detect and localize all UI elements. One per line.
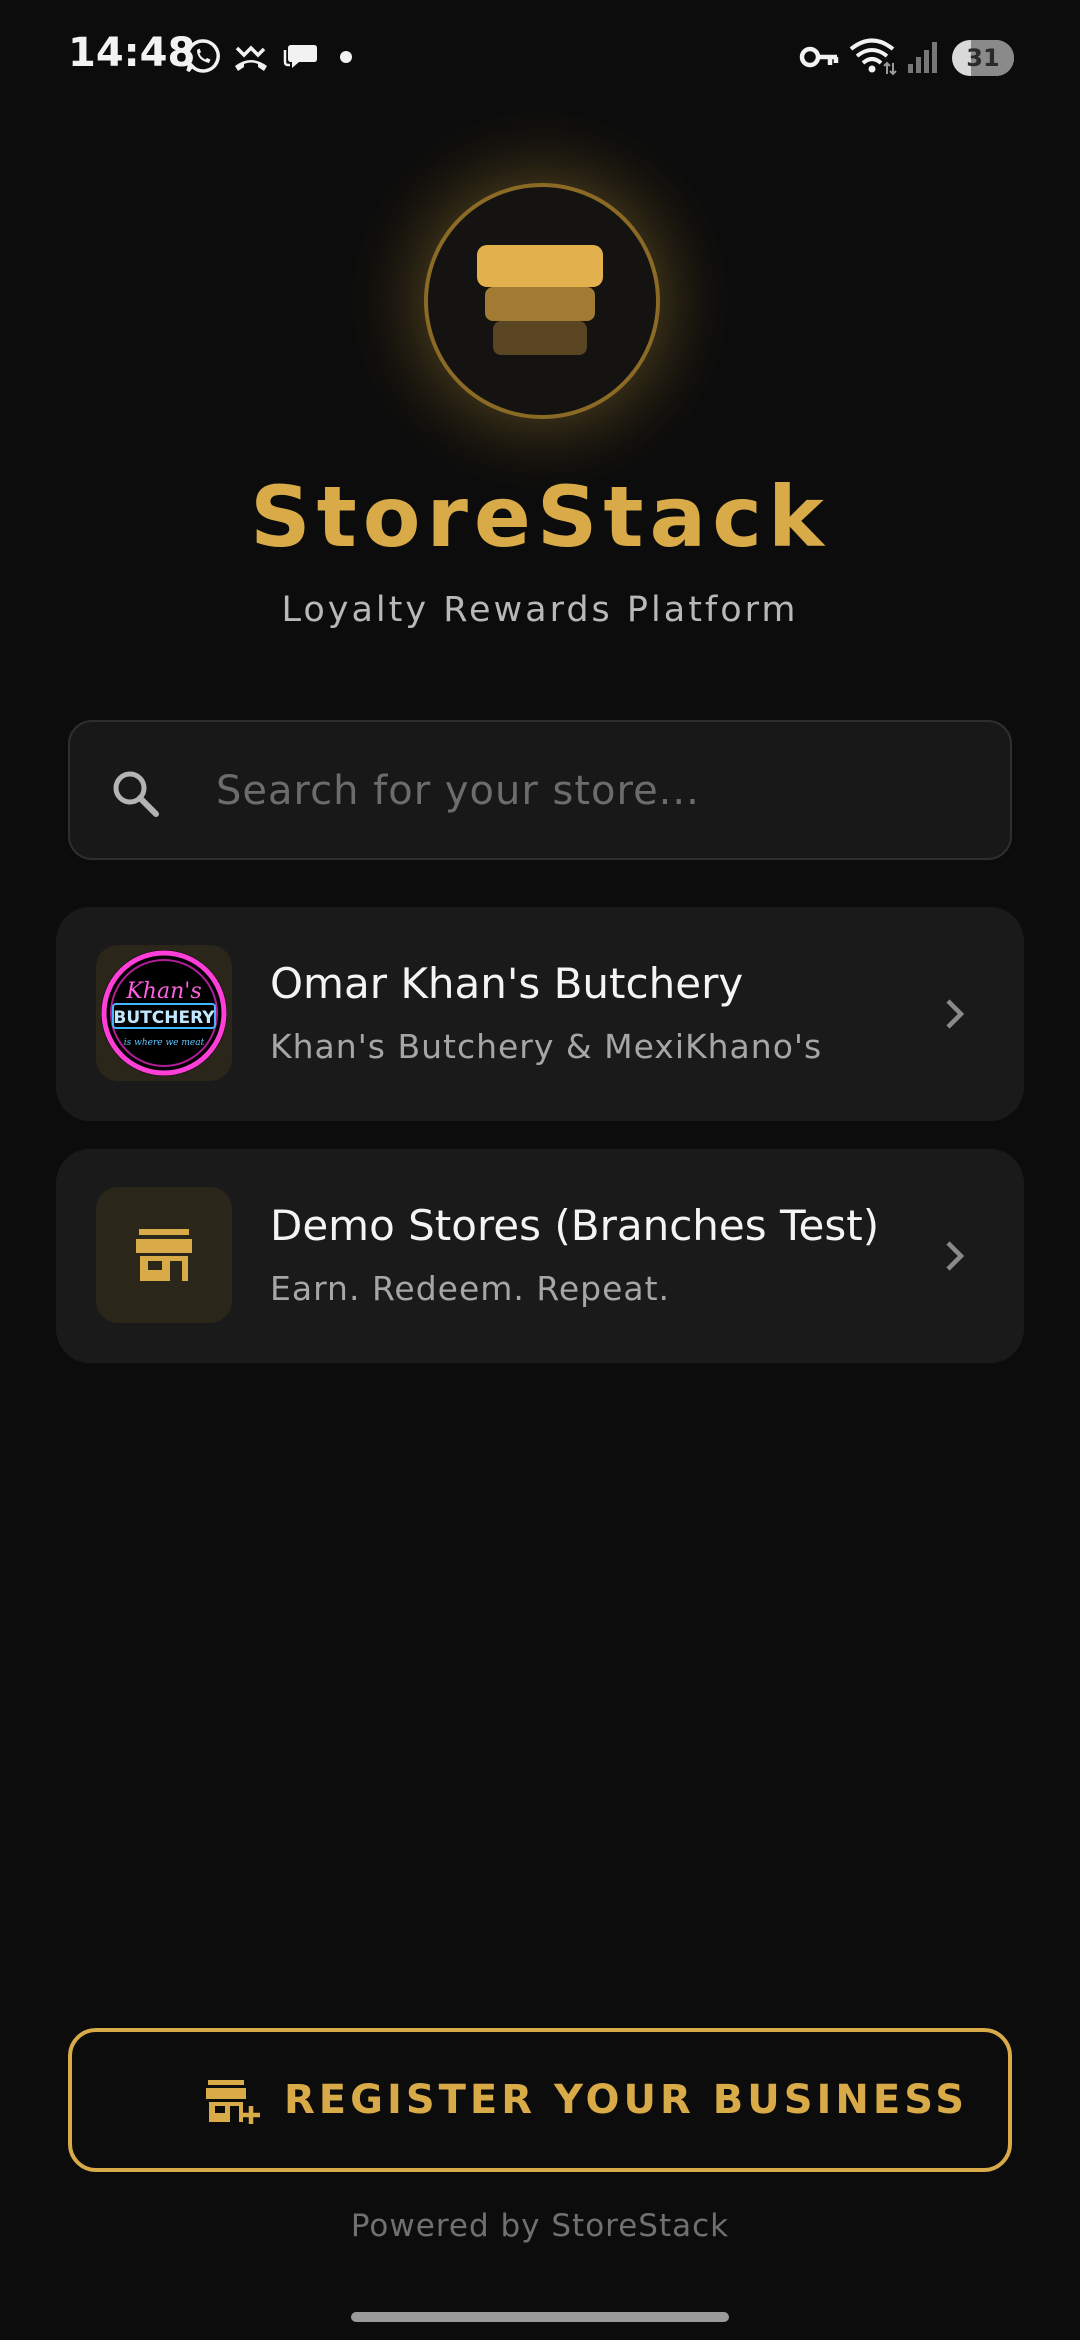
- powered-by-text: Powered by StoreStack: [350, 2208, 730, 2244]
- battery-level-text: 31: [966, 44, 1000, 72]
- app-title: StoreStack: [250, 468, 830, 566]
- logo-layer-bottom: [493, 321, 587, 355]
- chat-bubble-icon: [283, 45, 317, 68]
- status-time: 14:48: [68, 30, 196, 76]
- butchery-logo-script: Khan's: [125, 979, 201, 1004]
- store-card[interactable]: Khan's BUTCHERY is where we meat Omar Kh…: [56, 907, 1024, 1121]
- register-business-button[interactable]: REGISTER YOUR BUSINESS: [68, 2028, 1012, 2172]
- butchery-logo-main: BUTCHERY: [113, 1008, 215, 1028]
- register-business-label: REGISTER YOUR BUSINESS: [284, 2077, 969, 2123]
- store-name: Demo Stores (Branches Test): [270, 1201, 880, 1250]
- store-card[interactable]: Demo Stores (Branches Test) Earn. Redeem…: [56, 1149, 1024, 1363]
- butchery-logo-small: is where we meat: [124, 1038, 205, 1048]
- storefront-icon: [136, 1229, 192, 1281]
- chevron-right-icon: [946, 1241, 965, 1271]
- store-name: Omar Khan's Butchery: [270, 959, 744, 1008]
- wifi-icon: [849, 38, 897, 76]
- search-input[interactable]: [214, 722, 978, 860]
- app-subtitle: Loyalty Rewards Platform: [281, 590, 799, 630]
- store-thumbnail: Khan's BUTCHERY is where we meat: [96, 945, 232, 1081]
- missed-call-icon: [235, 45, 267, 71]
- search-icon: [113, 771, 159, 817]
- home-indicator[interactable]: [351, 2312, 729, 2322]
- cell-signal-icon: [908, 42, 937, 73]
- whatsapp-icon: [185, 39, 220, 73]
- stacked-layers-icon: [477, 245, 603, 287]
- store-tagline: Earn. Redeem. Repeat.: [270, 1269, 671, 1308]
- dot-icon: [340, 51, 352, 63]
- butchery-logo: Khan's BUTCHERY is where we meat: [101, 950, 227, 1076]
- store-thumbnail: [96, 1187, 232, 1323]
- logo-layer-middle: [485, 287, 595, 321]
- search-bar[interactable]: [68, 720, 1012, 860]
- store-tagline: Khan's Butchery & MexiKhano's: [270, 1027, 823, 1066]
- add-business-icon: [206, 2080, 260, 2124]
- vpn-key-icon: [799, 46, 839, 68]
- chevron-right-icon: [946, 999, 965, 1029]
- battery-icon: 31: [952, 40, 1014, 76]
